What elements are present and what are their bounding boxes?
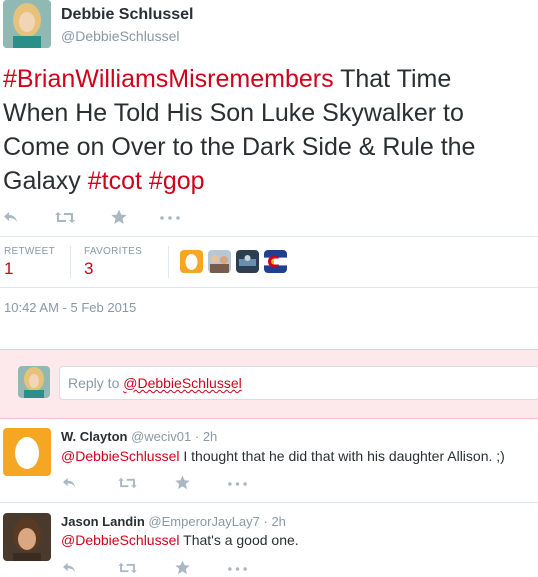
more-icon[interactable]	[160, 216, 180, 220]
reply-text: @DebbieSchlussel That's a good one.	[61, 531, 299, 549]
author-avatar[interactable]	[3, 0, 51, 48]
egg-icon	[185, 254, 198, 270]
favoriter-avatar[interactable]	[236, 250, 259, 273]
retweet-icon[interactable]	[118, 477, 137, 489]
reply-time[interactable]: · 2h	[195, 429, 217, 444]
avatar-photo	[18, 366, 50, 398]
reply-body: That's a good one.	[179, 532, 299, 548]
reply-icon[interactable]	[62, 476, 77, 489]
tweet-text-line4: Galaxy	[3, 167, 88, 195]
avatar-photo	[3, 0, 51, 48]
favoriter-avatar[interactable]	[180, 250, 203, 273]
star-icon[interactable]	[175, 560, 190, 575]
retweet-count[interactable]: 1	[4, 259, 13, 279]
retweet-icon[interactable]	[118, 562, 137, 574]
favoriter-avatar[interactable]	[264, 250, 287, 273]
hashtag-gop[interactable]: #gop	[149, 167, 205, 195]
reply-mention: @DebbieSchlussel	[123, 375, 242, 391]
divider-top	[0, 236, 538, 237]
reply-tweet[interactable]: W. Clayton @weciv01 · 2h @DebbieSchlusse…	[0, 418, 538, 502]
reply-mention-link[interactable]: @DebbieSchlussel	[61, 532, 180, 548]
more-icon[interactable]	[228, 567, 247, 571]
avatar-photo	[3, 513, 51, 561]
author-name[interactable]: Debbie Schlussel	[61, 6, 194, 24]
reply-tweet[interactable]: Jason Landin @EmperorJayLay7 · 2h @Debbi…	[0, 503, 538, 577]
favoriter-avatar[interactable]	[208, 250, 231, 273]
reply-avatar[interactable]	[3, 513, 51, 561]
reply-author-name[interactable]: W. Clayton	[61, 429, 127, 444]
main-tweet-actions	[3, 208, 203, 228]
tweet-timestamp[interactable]: 10:42 AM - 5 Feb 2015	[4, 300, 136, 315]
more-icon[interactable]	[228, 482, 247, 486]
favorites-stat-label: FAVORITES	[84, 246, 143, 257]
reply-actions	[62, 559, 262, 577]
reply-input[interactable]: Reply to @DebbieSchlussel	[59, 366, 538, 400]
reply-mention-link[interactable]: @DebbieSchlussel	[61, 448, 180, 464]
reply-author-name[interactable]: Jason Landin	[61, 514, 145, 529]
hashtag-tcot[interactable]: #tcot	[88, 167, 142, 195]
reply-prefix: Reply to	[68, 375, 124, 391]
reply-actions	[62, 474, 262, 492]
retweet-stat-label: RETWEET	[4, 246, 55, 257]
reply-text: @DebbieSchlussel I thought that he did t…	[61, 447, 505, 465]
reply-author-handle[interactable]: @weciv01	[131, 429, 191, 444]
reply-time[interactable]: · 2h	[264, 514, 286, 529]
reply-header: W. Clayton @weciv01 · 2h	[61, 429, 217, 444]
hashtag-link[interactable]: #BrianWilliamsMisremembers	[3, 65, 334, 93]
reply-header: Jason Landin @EmperorJayLay7 · 2h	[61, 514, 286, 529]
egg-icon	[15, 437, 39, 469]
divider-mid	[0, 287, 538, 288]
reply-icon[interactable]	[62, 561, 77, 574]
colorado-flag-icon	[264, 250, 287, 273]
star-icon[interactable]	[175, 475, 190, 490]
user-avatar	[18, 366, 50, 398]
reply-icon[interactable]	[3, 210, 19, 224]
tweet-text-line1: That Time	[333, 65, 452, 93]
star-icon[interactable]	[111, 209, 127, 225]
tweet-text-line3: Come on Over to the Dark Side & Rule the	[3, 133, 476, 161]
tweet-text-line2: When He Told His Son Luke Skywalker to	[3, 99, 464, 127]
favorites-count[interactable]: 3	[84, 259, 93, 279]
reply-placeholder: Reply to @DebbieSchlussel	[68, 375, 242, 391]
retweet-icon[interactable]	[55, 211, 75, 224]
tweet-text: #BrianWilliamsMisremembers That Time Whe…	[3, 62, 538, 198]
author-handle[interactable]: @DebbieSchlussel	[61, 28, 180, 44]
stat-separator	[70, 246, 71, 278]
avatar-photo	[208, 250, 231, 273]
reply-composer-band: Reply to @DebbieSchlussel	[0, 349, 538, 419]
reply-author-handle[interactable]: @EmperorJayLay7	[148, 514, 259, 529]
reply-body: I thought that he did that with his daug…	[179, 448, 505, 464]
stat-separator	[168, 246, 169, 278]
avatar-photo	[236, 250, 259, 273]
reply-avatar[interactable]	[3, 428, 51, 476]
